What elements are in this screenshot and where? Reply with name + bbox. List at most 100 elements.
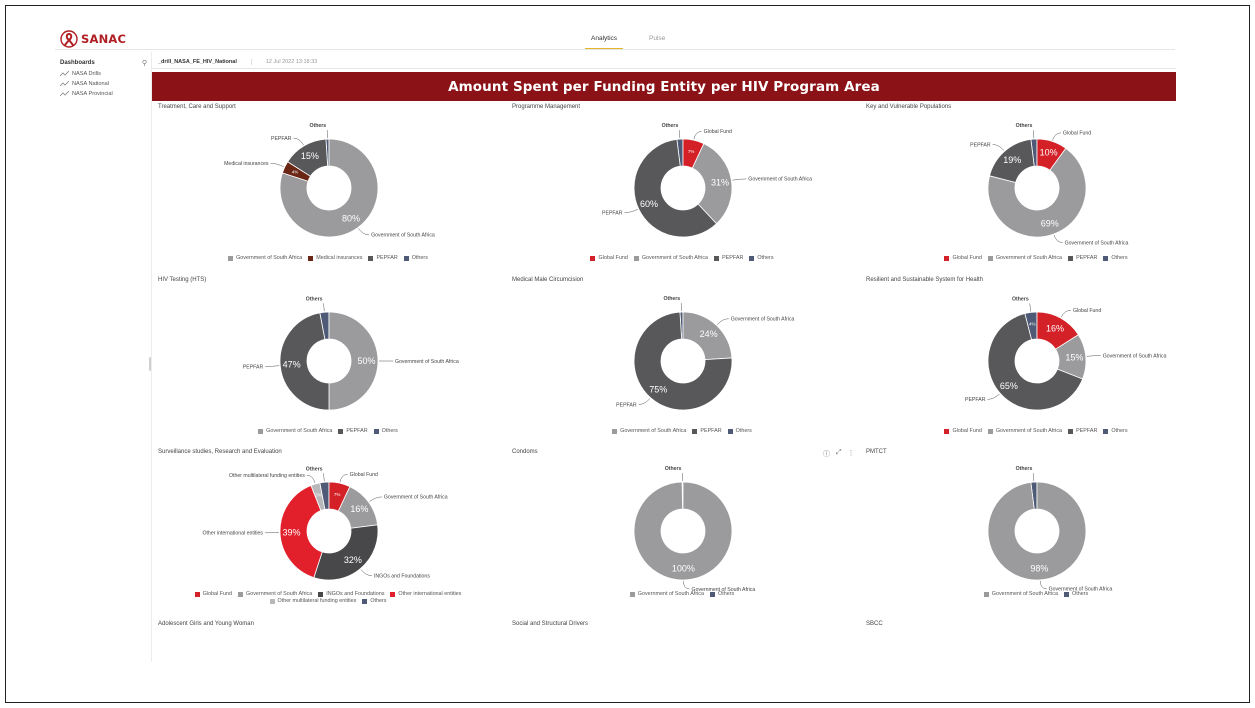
legend-swatch <box>944 428 950 434</box>
legend-label: Others <box>411 255 428 261</box>
legend-item-others[interactable]: Others <box>749 255 774 261</box>
legend-item-pepfar[interactable]: PEPFAR <box>714 255 743 261</box>
legend-item-global-fund[interactable]: Global Fund <box>944 255 982 261</box>
legend-swatch <box>727 428 733 434</box>
legend-item-government-of-south-africa[interactable]: Government of South Africa <box>987 428 1062 434</box>
donut-chart: 4% Others 16% Global Fund 15% Government of S… <box>965 296 1167 411</box>
expand-icon[interactable]: ⤢ <box>836 449 842 459</box>
legend-label: Government of South Africa <box>620 428 687 434</box>
chart-panel-programme-management[interactable]: Programme Management Others 7% Global Fund 3… <box>512 104 852 270</box>
sidebar-item-nasa-provincial[interactable]: NASA Provincial <box>55 89 152 99</box>
legend-swatch <box>1068 428 1074 434</box>
leader-line <box>293 137 304 146</box>
chart-panel-sbcc[interactable]: SBCC <box>866 621 1206 641</box>
slice-ingos-and-foundations[interactable] <box>313 524 379 581</box>
legend-item-others[interactable]: Others <box>362 598 387 604</box>
legend-item-others[interactable]: Others <box>710 591 734 597</box>
legend-item-others[interactable]: Others <box>727 428 752 434</box>
chart-panel-adolescent-girls-and-young-woman[interactable]: Adolescent Girls and Young Woman <box>158 621 498 641</box>
legend-item-others[interactable]: Others <box>1103 255 1128 261</box>
data-label: 50% <box>357 356 375 366</box>
legend-item-government-of-south-africa[interactable]: Government of South Africa <box>633 255 708 261</box>
chart-title: SBCC <box>866 621 883 627</box>
sidebar-item-label: NASA National <box>72 81 110 87</box>
legend-item-government-of-south-africa[interactable]: Government of South Africa <box>983 591 1059 597</box>
legend-item-ingos-and-foundations[interactable]: INGOs and Foundations <box>318 591 384 597</box>
category-label: Other international entities <box>202 531 263 537</box>
legend-item-pepfar[interactable]: PEPFAR <box>338 428 368 434</box>
legend-swatch <box>368 255 374 261</box>
leader-line <box>1033 473 1035 482</box>
legend-label: Others <box>757 255 774 261</box>
chart-panel-condoms[interactable]: Condoms Others 100% Government of South Afr… <box>512 449 852 615</box>
chart-panel-hiv-testing-hts[interactable]: HIV Testing (HTS) Others 50% Government of … <box>158 277 498 443</box>
top-divider <box>55 49 1175 50</box>
sidebar: Dashboards ⚲ NASA Drills NASA National N… <box>55 57 152 657</box>
legend-item-government-of-south-africa[interactable]: Government of South Africa <box>258 428 332 434</box>
chart-panel-pmtct[interactable]: PMTCT Others 98% Government of South Africa… <box>866 449 1206 615</box>
more-icon[interactable]: ⋮ <box>848 449 855 459</box>
leader-line <box>1086 355 1101 357</box>
legend-item-medical-insurances[interactable]: Medical insurances <box>308 255 362 261</box>
logo[interactable]: SANAC <box>59 30 126 48</box>
legend-item-global-fund[interactable]: Global Fund <box>944 428 982 434</box>
legend-item-government-of-south-africa[interactable]: Government of South Africa <box>612 428 686 434</box>
leader-line <box>1052 132 1061 141</box>
legend-label: Other multilateral funding entities <box>277 598 357 604</box>
category-label: Global Fund <box>1073 308 1101 314</box>
chart-panel-medical-male-circumcision[interactable]: Medical Male Circumcision Others 24% Govern… <box>512 277 852 443</box>
legend-label: Medical insurances <box>316 255 363 261</box>
chart-panel-resilient-and-sustainable-system-for-health[interactable]: Resilient and Sustainable System for Hea… <box>866 277 1206 443</box>
tab-analytics[interactable]: Analytics <box>585 30 624 49</box>
legend-swatch <box>590 255 596 261</box>
leader-line <box>339 474 348 483</box>
legend-item-government-of-south-africa[interactable]: Government of South Africa <box>238 591 312 597</box>
chart-legend: Global Fund Government of South Africa PEP… <box>866 255 1206 261</box>
resize-handle[interactable] <box>149 357 151 371</box>
legend-item-other-international-entities[interactable]: Other international entities <box>390 591 461 597</box>
legend-item-government-of-south-africa[interactable]: Government of South Africa <box>228 255 302 261</box>
chart-panel-social-and-structural-drivers[interactable]: Social and Structural Drivers <box>512 621 852 641</box>
sidebar-item-nasa-national[interactable]: NASA National <box>55 79 152 89</box>
legend-item-government-of-south-africa[interactable]: Government of South Africa <box>987 255 1062 261</box>
legend-label: Government of South Africa <box>991 591 1059 597</box>
info-icon[interactable]: ⓘ <box>823 449 830 459</box>
category-label: Government of South Africa <box>395 359 459 365</box>
category-label: Others <box>1016 123 1033 129</box>
legend-item-global-fund[interactable]: Global Fund <box>590 255 628 261</box>
legend-item-others[interactable]: Others <box>1103 428 1128 434</box>
legend-item-government-of-south-africa[interactable]: Government of South Africa <box>629 591 704 597</box>
search-icon[interactable]: ⚲ <box>142 59 147 67</box>
category-label: Global Fund <box>350 472 378 478</box>
data-label: 24% <box>700 329 718 339</box>
leader-line <box>1039 580 1047 590</box>
dashboard-date: 12 Jul 2022 13:18:33 <box>250 59 317 65</box>
chart-panel-surveillance-studies-research-and-evaluation[interactable]: Surveillance studies, Research and Evalu… <box>158 449 498 615</box>
legend-item-pepfar[interactable]: PEPFAR <box>368 255 398 261</box>
legend-item-others[interactable]: Others <box>403 255 428 261</box>
legend-swatch <box>318 591 324 597</box>
leader-line <box>323 303 325 312</box>
category-label: Government of South Africa <box>1103 353 1167 359</box>
legend-item-other-multilateral-funding-entities[interactable]: Other multilateral funding entities <box>269 598 357 604</box>
legend-item-pepfar[interactable]: PEPFAR <box>1068 255 1097 261</box>
legend-label: Global Fund <box>952 428 982 434</box>
legend-label: Government of South Africa <box>246 591 313 597</box>
data-label: 16% <box>1046 323 1064 333</box>
legend-item-others[interactable]: Others <box>1064 591 1088 597</box>
category-label: Government of South Africa <box>748 177 812 183</box>
legend-swatch <box>629 591 635 597</box>
category-label: Global Fund <box>1063 131 1091 137</box>
legend-item-others[interactable]: Others <box>373 428 398 434</box>
legend-item-pepfar[interactable]: PEPFAR <box>692 428 722 434</box>
legend-item-pepfar[interactable]: PEPFAR <box>1068 428 1097 434</box>
chart-panel-treatment-care-and-support[interactable]: Treatment, Care and Support Others 80% Gove… <box>158 104 498 270</box>
chart-panel-key-and-vulnerable-populations[interactable]: Key and Vulnerable Populations Others 10% G… <box>866 104 1206 270</box>
data-label: 19% <box>1003 155 1021 165</box>
legend-label: Others <box>381 428 398 434</box>
leader-line <box>992 144 1005 151</box>
tab-pulse[interactable]: Pulse <box>643 30 671 49</box>
dashboard-name[interactable]: _drill_NASA_FE_HIV_National <box>158 59 237 65</box>
sidebar-item-nasa-drills[interactable]: NASA Drills <box>55 69 152 79</box>
legend-item-global-fund[interactable]: Global Fund <box>194 591 232 597</box>
